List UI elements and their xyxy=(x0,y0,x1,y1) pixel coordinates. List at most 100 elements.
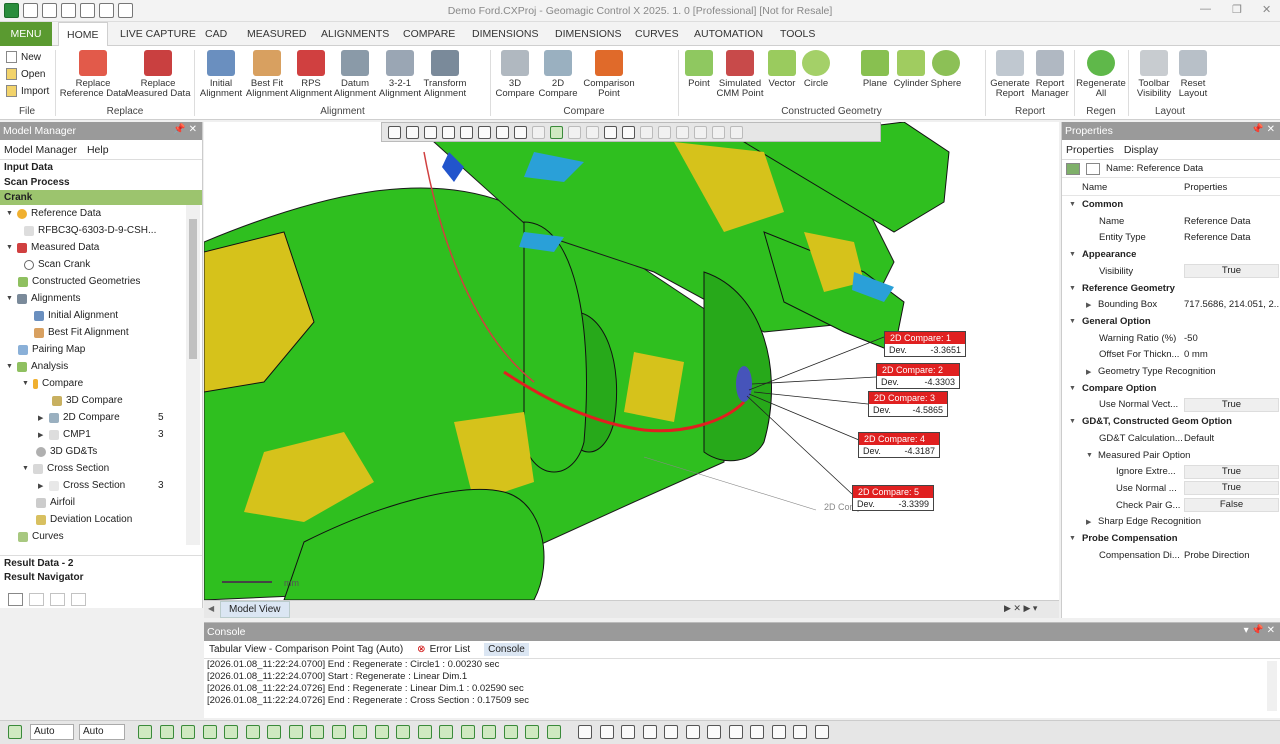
property-value[interactable]: True xyxy=(1184,481,1279,496)
property-section[interactable]: Common ▼ xyxy=(1062,196,1280,213)
property-section[interactable]: GD&T, Constructed Geom Option ▼ xyxy=(1062,413,1280,430)
tree-deviation-location[interactable]: Deviation Location xyxy=(36,511,132,528)
view-box-icon[interactable] xyxy=(406,125,419,139)
circle-select-icon[interactable] xyxy=(568,125,581,139)
sort-alpha-icon[interactable] xyxy=(1086,162,1100,175)
tab-display[interactable]: Display xyxy=(1124,144,1158,156)
status-tool-icon[interactable] xyxy=(578,725,592,739)
status-tool-icon[interactable] xyxy=(728,725,743,739)
tab-help[interactable]: Help xyxy=(87,144,109,156)
result-tool-2-icon[interactable] xyxy=(29,593,44,606)
status-tool-icon[interactable] xyxy=(310,725,324,739)
line-select-icon[interactable] xyxy=(532,125,545,139)
compare-callout-2[interactable]: 2D Compare: 2 Dev. -4.3303 xyxy=(876,363,960,389)
property-value[interactable]: True xyxy=(1184,397,1279,412)
property-section[interactable]: Probe Compensation ▼ xyxy=(1062,530,1280,547)
brush-select-icon[interactable] xyxy=(622,125,635,139)
property-value[interactable]: True xyxy=(1184,264,1279,279)
tab-tools[interactable]: TOOLS xyxy=(780,22,815,46)
property-row[interactable]: Use Normal Vect... True xyxy=(1062,396,1280,413)
reset-layout-button[interactable]: Reset Layout xyxy=(1178,50,1208,99)
status-tool-icon[interactable] xyxy=(417,725,432,739)
property-value[interactable]: Reference Data xyxy=(1184,216,1279,227)
tab-error-list[interactable]: Error List xyxy=(430,644,471,655)
filter-combo-2[interactable]: Auto xyxy=(79,724,125,740)
tab-nav-icons[interactable]: ▶ ✕ ▶ ▾ xyxy=(1004,603,1037,614)
tree-cmp1[interactable]: ▶ CMP1 3 xyxy=(38,426,164,443)
tab-tabular-view[interactable]: Tabular View - Comparison Point Tag (Aut… xyxy=(209,644,403,655)
fill-select-icon[interactable] xyxy=(676,125,689,139)
view-top-icon[interactable] xyxy=(442,125,455,139)
status-tool-icon[interactable] xyxy=(288,725,303,739)
tree-reference-data[interactable]: ▼ Reference Data xyxy=(6,205,101,222)
result-tool-1-icon[interactable] xyxy=(8,593,23,606)
sphere-button[interactable]: Sphere xyxy=(930,50,962,89)
status-tool-icon[interactable] xyxy=(793,725,807,739)
select-mode-icon[interactable] xyxy=(8,725,22,739)
tree-reference-file[interactable]: RFBC3Q-6303-D-9-CSH... xyxy=(24,222,156,239)
property-value[interactable]: 717.5686, 214.051, 2... xyxy=(1184,299,1279,310)
tree-scan-crank[interactable]: Scan Crank xyxy=(24,256,90,273)
maximize-icon[interactable]: ❐ xyxy=(1232,3,1242,16)
open-button[interactable]: Open xyxy=(6,68,45,80)
status-tool-icon[interactable] xyxy=(546,725,561,739)
sort-category-icon[interactable] xyxy=(1066,162,1080,175)
status-tool-icon[interactable] xyxy=(621,725,635,739)
property-row[interactable]: Warning Ratio (%) -50 xyxy=(1062,330,1280,347)
transform-alignment-button[interactable]: Transform Alignment xyxy=(422,50,468,99)
toolbar-visibility-button[interactable]: Toolbar Visibility xyxy=(1130,50,1178,99)
expand-arrow-icon[interactable]: ▼ xyxy=(1069,418,1076,425)
circle-button[interactable]: Circle xyxy=(800,50,832,89)
point-button[interactable]: Point xyxy=(682,50,716,89)
tab-scroll-left-icon[interactable]: ◀ xyxy=(208,604,214,613)
menu-button[interactable]: MENU xyxy=(0,22,52,46)
view-side-icon[interactable] xyxy=(460,125,473,139)
property-row[interactable]: Sharp Edge Recognition ▶ xyxy=(1062,513,1280,530)
report-manager-button[interactable]: Report Manager xyxy=(1030,50,1070,99)
rps-alignment-button[interactable]: RPS Alignment xyxy=(290,50,332,99)
property-value[interactable]: Default xyxy=(1184,433,1279,444)
select-all-icon[interactable] xyxy=(712,125,725,139)
property-row[interactable]: Entity Type Reference Data xyxy=(1062,229,1280,246)
simulated-cmm-point-button[interactable]: Simulated CMM Point xyxy=(716,50,764,99)
status-tool-icon[interactable] xyxy=(642,725,657,739)
tab-cad[interactable]: CAD xyxy=(205,22,227,46)
expand-arrow-icon[interactable]: ▼ xyxy=(1069,318,1076,325)
property-value[interactable]: Probe Direction xyxy=(1184,550,1279,561)
status-tool-icon[interactable] xyxy=(159,725,174,739)
status-tool-icon[interactable] xyxy=(599,725,614,739)
status-tool-icon[interactable] xyxy=(353,725,367,739)
expand-arrow-icon[interactable]: ▼ xyxy=(1069,385,1076,392)
tab-properties[interactable]: Properties xyxy=(1066,144,1114,156)
replace-reference-data-button[interactable]: Replace Reference Data xyxy=(60,50,126,99)
tab-measured[interactable]: MEASURED xyxy=(247,22,307,46)
plane-button[interactable]: Plane xyxy=(858,50,892,89)
view-iso-icon[interactable] xyxy=(478,125,491,139)
shrink-select-icon[interactable] xyxy=(658,125,671,139)
view-front-icon[interactable] xyxy=(424,125,437,139)
result-tool-3-icon[interactable] xyxy=(50,593,65,606)
tab-home[interactable]: HOME xyxy=(58,22,108,46)
compare-callout-4[interactable]: 2D Compare: 4 Dev. -4.3187 xyxy=(858,432,940,458)
pin-close-icons[interactable]: 📌 ✕ xyxy=(173,124,197,135)
property-value[interactable]: Reference Data xyxy=(1184,232,1279,243)
status-tool-icon[interactable] xyxy=(202,725,217,739)
2d-compare-button[interactable]: 2D Compare xyxy=(536,50,580,99)
property-row[interactable]: Offset For Thickn... 0 mm xyxy=(1062,346,1280,363)
polygon-select-icon[interactable] xyxy=(586,125,599,139)
property-row[interactable]: Visibility True xyxy=(1062,263,1280,280)
regenerate-all-button[interactable]: Regenerate All xyxy=(1076,50,1126,99)
expand-arrow-icon[interactable]: ▼ xyxy=(1069,201,1076,208)
result-data-section[interactable]: Result Data - 2 xyxy=(0,555,202,570)
property-row[interactable]: Bounding Box ▶ 717.5686, 214.051, 2... xyxy=(1062,296,1280,313)
tree-3d-compare[interactable]: 3D Compare xyxy=(52,392,123,409)
status-tool-icon[interactable] xyxy=(267,725,281,739)
tree-scrollbar[interactable] xyxy=(186,205,200,545)
minimize-icon[interactable]: — xyxy=(1200,3,1211,15)
extend-select-icon[interactable] xyxy=(640,125,653,139)
result-navigator-section[interactable]: Result Navigator xyxy=(0,570,202,585)
status-tool-icon[interactable] xyxy=(396,725,410,739)
result-tool-4-icon[interactable] xyxy=(71,593,86,606)
tab-automation[interactable]: AUTOMATION xyxy=(694,22,763,46)
mesh-icon[interactable] xyxy=(514,125,527,139)
